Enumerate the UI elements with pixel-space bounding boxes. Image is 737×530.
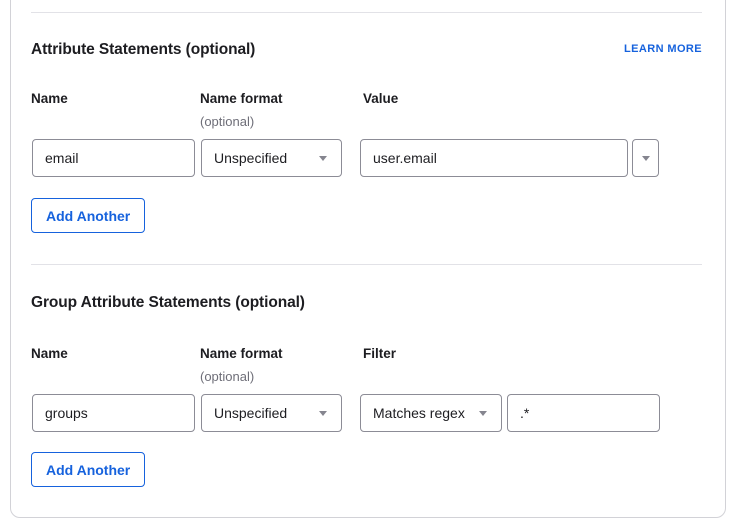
group-attribute-filter-type-value: Matches regex bbox=[373, 405, 465, 421]
attribute-value-input[interactable] bbox=[360, 139, 628, 177]
attribute-name-format-value: Unspecified bbox=[214, 150, 287, 166]
col-label-name-format: Name format bbox=[200, 91, 283, 106]
attribute-name-format-select[interactable]: Unspecified bbox=[201, 139, 342, 177]
attribute-name-input[interactable] bbox=[32, 139, 195, 177]
saml-settings-card bbox=[10, 0, 726, 518]
learn-more-link[interactable]: LEARN MORE bbox=[624, 43, 702, 55]
group-attribute-filter-value-input[interactable] bbox=[507, 394, 660, 432]
chevron-down-icon bbox=[479, 411, 487, 416]
group-attribute-name-format-select[interactable]: Unspecified bbox=[201, 394, 342, 432]
section-divider bbox=[31, 12, 702, 13]
col-label-name-format-note: (optional) bbox=[200, 369, 254, 384]
add-another-attribute-button[interactable]: Add Another bbox=[31, 198, 145, 233]
group-attribute-statements-heading: Group Attribute Statements (optional) bbox=[31, 294, 305, 312]
col-label-name: Name bbox=[31, 91, 68, 106]
attribute-statements-heading: Attribute Statements (optional) bbox=[31, 41, 255, 59]
chevron-down-icon bbox=[642, 156, 650, 161]
chevron-down-icon bbox=[319, 411, 327, 416]
group-attribute-filter-type-select[interactable]: Matches regex bbox=[360, 394, 502, 432]
col-label-filter: Filter bbox=[363, 346, 396, 361]
group-attribute-name-input[interactable] bbox=[32, 394, 195, 432]
section-divider bbox=[31, 264, 702, 265]
add-another-group-attribute-button[interactable]: Add Another bbox=[31, 452, 145, 487]
attribute-value-dropdown-button[interactable] bbox=[632, 139, 659, 177]
col-label-name-format-note: (optional) bbox=[200, 114, 254, 129]
col-label-name-format: Name format bbox=[200, 346, 283, 361]
group-attribute-name-format-value: Unspecified bbox=[214, 405, 287, 421]
chevron-down-icon bbox=[319, 156, 327, 161]
col-label-value: Value bbox=[363, 91, 398, 106]
col-label-name: Name bbox=[31, 346, 68, 361]
